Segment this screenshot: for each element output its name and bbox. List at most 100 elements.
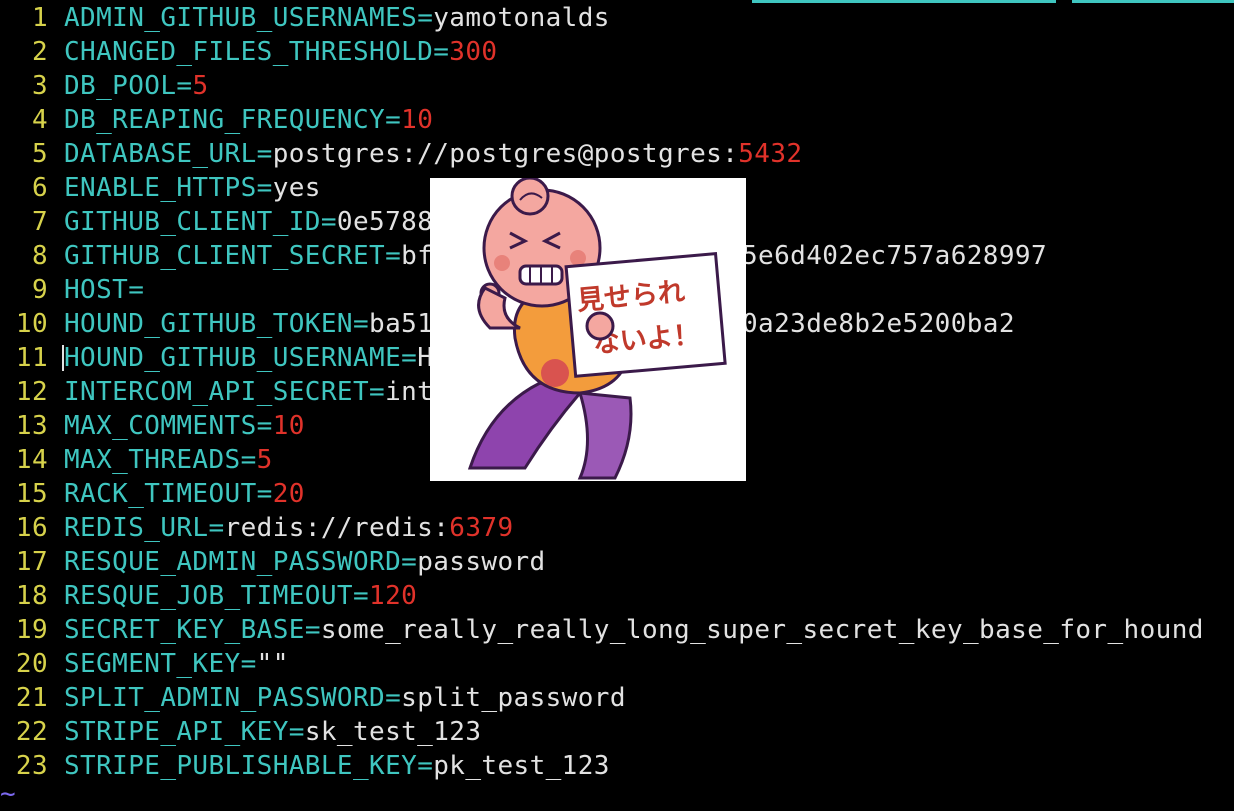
line-number: 6 bbox=[31, 173, 48, 203]
line-code: ADMIN_GITHUB_USERNAMES=yamotonalds bbox=[64, 1, 610, 35]
editor-line[interactable]: 19 SECRET_KEY_BASE=some_really_really_lon… bbox=[0, 613, 1204, 647]
line-code: HOUND_GITHUB_TOKEN=ba51 bbox=[64, 307, 433, 341]
line-code: SPLIT_ADMIN_PASSWORD=split_password bbox=[64, 681, 626, 715]
editor-line[interactable]: 14 MAX_THREADS=5 bbox=[0, 443, 272, 477]
line-number: 13 bbox=[15, 411, 48, 441]
equals-sign: = bbox=[256, 139, 273, 169]
editor-line[interactable]: 4 DB_REAPING_FREQUENCY=10 bbox=[0, 103, 433, 137]
equals-sign: = bbox=[385, 105, 402, 135]
editor-line[interactable]: 2 CHANGED_FILES_THRESHOLD=300 bbox=[0, 35, 497, 69]
env-key: ENABLE_HTTPS bbox=[64, 173, 257, 203]
editor-line[interactable]: 20 SEGMENT_KEY="" bbox=[0, 647, 288, 681]
env-value: int bbox=[385, 377, 434, 407]
env-key: ADMIN_GITHUB_USERNAMES bbox=[64, 3, 418, 33]
line-number: 18 bbox=[15, 581, 48, 611]
line-code: ENABLE_HTTPS=yes bbox=[64, 171, 321, 205]
env-value-tail: 5e6d402ec757a628997 bbox=[742, 241, 1048, 271]
equals-sign: = bbox=[352, 309, 370, 339]
env-key: DATABASE_URL bbox=[64, 139, 257, 169]
editor-line[interactable]: 21 SPLIT_ADMIN_PASSWORD=split_password bbox=[0, 681, 626, 715]
censor-sticker-icon: 見せられ ないよ！ bbox=[467, 178, 727, 480]
env-value-port: 5432 bbox=[738, 139, 803, 169]
line-code: HOST= bbox=[64, 273, 144, 307]
env-key: HOST bbox=[64, 275, 129, 305]
editor-line[interactable]: 6 ENABLE_HTTPS=yes bbox=[0, 171, 321, 205]
env-value: yes bbox=[272, 173, 321, 203]
editor-line[interactable]: 10 HOUND_GITHUB_TOKEN=ba51 0a23de8b2e5200b… bbox=[0, 307, 1015, 341]
line-number: 5 bbox=[31, 139, 48, 169]
line-code: RACK_TIMEOUT=20 bbox=[64, 477, 305, 511]
env-value: bf bbox=[401, 241, 434, 271]
editor-line[interactable]: 9 HOST= bbox=[0, 273, 144, 307]
env-value: 20 bbox=[272, 479, 305, 509]
env-key: MAX_THREADS bbox=[64, 445, 241, 475]
editor-line[interactable]: 18 RESQUE_JOB_TIMEOUT=120 bbox=[0, 579, 417, 613]
line-code: RESQUE_JOB_TIMEOUT=120 bbox=[64, 579, 417, 613]
editor-line[interactable]: 17 RESQUE_ADMIN_PASSWORD=password bbox=[0, 545, 545, 579]
env-value: 10 bbox=[272, 411, 305, 441]
line-number: 7 bbox=[31, 207, 48, 237]
editor-line[interactable]: 1 ADMIN_GITHUB_USERNAMES=yamotonalds bbox=[0, 1, 610, 35]
env-value-port: 6379 bbox=[449, 513, 514, 543]
line-code: HOUND_GITHUB_USERNAME=H bbox=[64, 341, 433, 375]
tab-indicator-right bbox=[1072, 0, 1234, 3]
line-code: DATABASE_URL=postgres://postgres@postgre… bbox=[64, 137, 802, 171]
env-value: 300 bbox=[449, 37, 498, 67]
equals-sign: = bbox=[240, 445, 257, 475]
editor-line[interactable]: 5 DATABASE_URL=postgres://postgres@postgr… bbox=[0, 137, 802, 171]
env-value: yamotonalds bbox=[433, 3, 610, 33]
line-number: 10 bbox=[15, 309, 48, 339]
line-code: DB_REAPING_FREQUENCY=10 bbox=[64, 103, 433, 137]
censor-sticker: 見せられ ないよ！ bbox=[430, 178, 746, 481]
equals-sign: = bbox=[256, 479, 273, 509]
editor-line[interactable]: 8 GITHUB_CLIENT_SECRET=bf 5e6d402ec757a628… bbox=[0, 239, 1047, 273]
line-code: RESQUE_ADMIN_PASSWORD=password bbox=[64, 545, 546, 579]
env-value: password bbox=[417, 547, 546, 577]
editor-line[interactable]: 13 MAX_COMMENTS=10 bbox=[0, 409, 305, 443]
env-key: DB_POOL bbox=[64, 71, 177, 101]
env-key: GITHUB_CLIENT_ID bbox=[64, 207, 321, 237]
env-key: SPLIT_ADMIN_PASSWORD bbox=[64, 683, 386, 713]
line-number: 15 bbox=[15, 479, 48, 509]
line-number: 4 bbox=[31, 105, 48, 135]
env-key: REDIS_URL bbox=[64, 513, 209, 543]
line-number: 16 bbox=[15, 513, 48, 543]
env-key: STRIPE_PUBLISHABLE_KEY bbox=[64, 751, 418, 781]
editor-line[interactable]: 12 INTERCOM_API_SECRET=int bbox=[0, 375, 433, 409]
env-value: postgres://postgres@postgres: bbox=[272, 139, 739, 169]
editor-line[interactable]: 16 REDIS_URL=redis://redis:6379 bbox=[0, 511, 513, 545]
tab-indicator-left bbox=[752, 0, 1056, 3]
equals-sign: = bbox=[417, 3, 434, 33]
line-code: CHANGED_FILES_THRESHOLD=300 bbox=[64, 35, 497, 69]
env-value: 120 bbox=[369, 581, 418, 611]
equals-sign: = bbox=[352, 581, 370, 611]
line-code: SECRET_KEY_BASE=some_really_really_long_… bbox=[64, 613, 1204, 647]
equals-sign: = bbox=[208, 513, 225, 543]
env-key: SEGMENT_KEY bbox=[64, 649, 241, 679]
line-number: 12 bbox=[15, 377, 48, 407]
text-cursor bbox=[62, 345, 64, 371]
editor-line[interactable]: 3 DB_POOL=5 bbox=[0, 69, 208, 103]
env-key: RESQUE_ADMIN_PASSWORD bbox=[64, 547, 402, 577]
equals-sign: = bbox=[304, 615, 321, 645]
editor-line[interactable]: 7 GITHUB_CLIENT_ID=0e5788 bbox=[0, 205, 433, 239]
line-number: 8 bbox=[31, 241, 48, 271]
editor-line[interactable]: 15 RACK_TIMEOUT=20 bbox=[0, 477, 305, 511]
editor-line[interactable]: 22 STRIPE_API_KEY=sk_test_123 bbox=[0, 715, 481, 749]
env-key: STRIPE_API_KEY bbox=[64, 717, 289, 747]
equals-sign: = bbox=[176, 71, 193, 101]
env-value: split_password bbox=[401, 683, 626, 713]
line-number: 17 bbox=[15, 547, 48, 577]
env-key: MAX_COMMENTS bbox=[64, 411, 257, 441]
equals-sign: = bbox=[417, 751, 434, 781]
equals-sign: = bbox=[256, 411, 273, 441]
env-key: HOUND_GITHUB_TOKEN bbox=[64, 309, 353, 339]
env-key: GITHUB_CLIENT_SECRET bbox=[64, 241, 386, 271]
line-number: 21 bbox=[15, 683, 48, 713]
env-value: 0e5788 bbox=[336, 207, 434, 237]
line-number: 3 bbox=[31, 71, 48, 101]
env-key: CHANGED_FILES_THRESHOLD bbox=[64, 37, 434, 67]
line-code: REDIS_URL=redis://redis:6379 bbox=[64, 511, 514, 545]
equals-sign: = bbox=[320, 207, 337, 237]
editor-line[interactable]: 11 HOUND_GITHUB_USERNAME=H bbox=[0, 341, 433, 375]
